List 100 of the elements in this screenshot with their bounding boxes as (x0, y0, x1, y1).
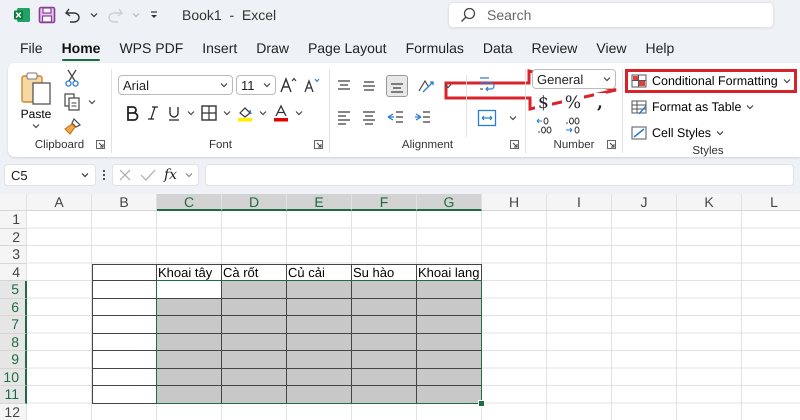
align-center-icon[interactable] (361, 109, 377, 125)
caret-icon[interactable] (509, 115, 517, 121)
align-left-icon[interactable] (336, 109, 352, 125)
table-cell: Khoai tây (157, 264, 222, 281)
underline-icon[interactable] (166, 105, 182, 121)
fill-handle[interactable] (478, 400, 485, 406)
font-size-field[interactable]: 11 (236, 75, 276, 95)
caret-icon[interactable] (88, 99, 96, 105)
currency-format-button[interactable]: $ (535, 93, 552, 113)
row-header[interactable]: 8 (0, 334, 27, 351)
ribbon-tab[interactable]: Data (474, 36, 520, 62)
column-header[interactable]: D (222, 194, 287, 211)
ribbon-tab[interactable]: Insert (194, 36, 246, 62)
style-menu-button[interactable]: Conditional Formatting (625, 69, 797, 93)
increase-font-size-icon[interactable] (279, 76, 299, 94)
row-header[interactable]: 7 (0, 316, 27, 334)
column-header[interactable]: H (482, 194, 547, 211)
undo-icon[interactable] (64, 7, 82, 23)
align-bottom-button[interactable] (386, 75, 408, 97)
row-header[interactable]: 12 (0, 404, 27, 420)
save-icon[interactable] (38, 6, 56, 24)
font-color-icon[interactable] (272, 104, 290, 122)
caret-icon[interactable] (32, 123, 40, 129)
copy-icon[interactable] (64, 93, 80, 111)
comma-style-button[interactable]: , (594, 93, 606, 113)
merge-center-icon[interactable] (477, 109, 497, 127)
name-box[interactable]: C5 (4, 164, 96, 186)
format-painter-icon[interactable] (64, 117, 82, 135)
formula-input[interactable] (205, 164, 794, 186)
increase-indent-icon[interactable] (413, 109, 431, 125)
more-options-icon[interactable] (102, 169, 106, 181)
ribbon-tab[interactable]: Review (524, 36, 586, 62)
caret-icon[interactable] (187, 110, 195, 116)
caret-icon[interactable] (90, 12, 98, 18)
decrease-indent-icon[interactable] (386, 109, 404, 125)
search-field[interactable]: Search (448, 2, 774, 28)
row-header[interactable]: 1 (0, 211, 27, 228)
row-header[interactable]: 3 (0, 246, 27, 264)
caret-icon[interactable] (746, 104, 754, 110)
row-header[interactable]: 10 (0, 368, 27, 386)
insert-function-button[interactable]: fx (164, 167, 178, 183)
column-header[interactable]: L (742, 194, 800, 211)
customize-icon[interactable] (148, 9, 160, 21)
dialog-launcher-icon[interactable] (607, 140, 616, 149)
style-menu-button[interactable]: Format as Table (625, 95, 760, 119)
bold-icon[interactable] (124, 105, 140, 121)
column-header[interactable]: B (92, 194, 157, 211)
column-header[interactable]: J (612, 194, 677, 211)
increase-decimal-icon[interactable] (536, 117, 554, 135)
paste-button[interactable]: Paste (14, 69, 58, 137)
style-menu-button[interactable]: Cell Styles (625, 121, 730, 145)
scissors-icon[interactable] (64, 69, 80, 87)
ribbon-tab[interactable]: Draw (248, 36, 297, 62)
group-label: Clipboard (34, 139, 84, 151)
column-header[interactable]: K (677, 194, 742, 211)
row-header[interactable]: 6 (0, 298, 27, 316)
font-name-field[interactable]: Arial (118, 75, 233, 95)
dialog-launcher-icon[interactable] (96, 140, 105, 149)
group-label: Alignment (402, 139, 454, 151)
dialog-launcher-icon[interactable] (314, 140, 323, 149)
borders-icon[interactable] (200, 104, 218, 122)
decrease-font-size-icon[interactable] (302, 76, 322, 94)
number-format-field[interactable]: General (532, 69, 616, 89)
column-header[interactable]: G (417, 194, 482, 211)
ribbon-tab[interactable]: Home (54, 36, 108, 62)
caret-icon[interactable] (259, 110, 267, 116)
decrease-decimal-icon[interactable] (564, 117, 582, 135)
text-orientation-icon[interactable] (417, 77, 435, 95)
caret-icon[interactable] (716, 130, 724, 136)
caret-icon[interactable] (220, 82, 228, 88)
spreadsheet-app-icon[interactable] (14, 7, 30, 23)
italic-icon[interactable] (145, 105, 161, 121)
caret-icon[interactable] (295, 110, 303, 116)
window-title: Book1 - Excel (182, 7, 276, 23)
clipboard-icon (20, 71, 52, 105)
ribbon-tab[interactable]: View (588, 36, 634, 62)
column-header[interactable]: A (27, 194, 92, 211)
ribbon-tab[interactable]: File (12, 36, 51, 62)
caret-icon[interactable] (444, 83, 452, 89)
column-header[interactable]: C (157, 194, 222, 211)
row-header[interactable]: 5 (0, 281, 27, 298)
group-label: Font (208, 139, 232, 151)
column-header[interactable]: E (287, 194, 352, 211)
row-header[interactable]: 11 (0, 386, 27, 404)
ribbon-tab[interactable]: Help (638, 36, 682, 62)
ribbon-tab[interactable]: WPS PDF (111, 36, 192, 62)
column-header[interactable]: F (352, 194, 417, 211)
row-header[interactable]: 9 (0, 351, 27, 368)
ribbon-tab[interactable]: Formulas (398, 36, 472, 62)
caret-icon[interactable] (603, 76, 611, 82)
caret-icon[interactable] (223, 110, 231, 116)
column-header[interactable]: I (547, 194, 612, 211)
caret-icon[interactable] (782, 78, 791, 84)
caret-icon[interactable] (263, 82, 271, 88)
dialog-launcher-icon[interactable] (510, 140, 519, 149)
conditional-formatting-icon (631, 74, 647, 88)
row-header[interactable]: 4 (0, 264, 27, 281)
caret-icon[interactable] (81, 172, 89, 178)
ribbon-tab[interactable]: Page Layout (300, 36, 395, 62)
row-header[interactable]: 2 (0, 228, 27, 246)
